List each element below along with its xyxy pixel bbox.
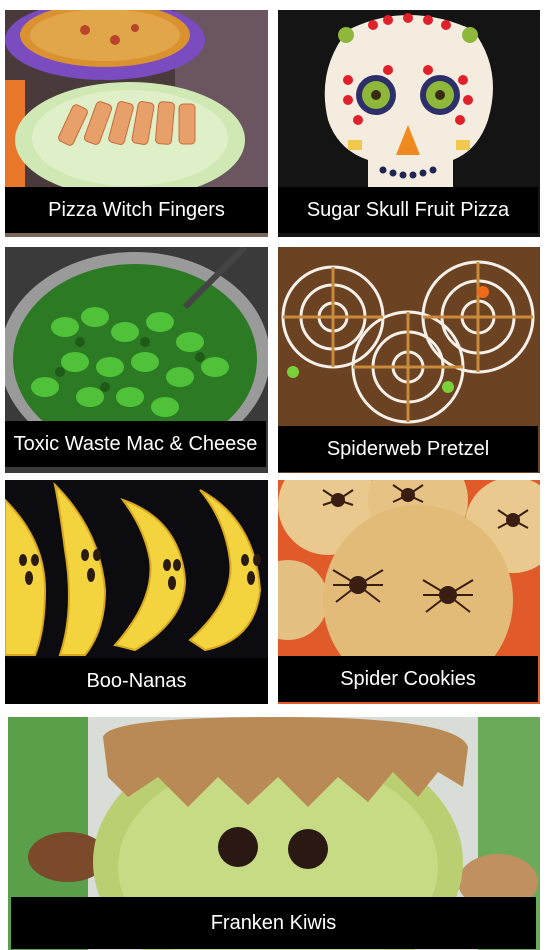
collage-item-sugar-skull-fruit-pizza[interactable]: Sugar Skull Fruit Pizza bbox=[278, 10, 540, 237]
collage-item-caption: Franken Kiwis bbox=[11, 897, 536, 949]
collage-item-spiderweb-pretzel[interactable]: Spiderweb Pretzel bbox=[278, 247, 540, 473]
collage-item-boo-nanas[interactable]: Boo-Nanas bbox=[5, 480, 268, 704]
collage-item-caption: Spider Cookies bbox=[278, 656, 538, 702]
collage-item-caption: Pizza Witch Fingers bbox=[5, 187, 268, 233]
collage-item-spider-cookies[interactable]: Spider Cookies bbox=[278, 480, 540, 704]
collage-item-pizza-witch-fingers[interactable]: Pizza Witch Fingers bbox=[5, 10, 268, 237]
collage-item-caption: Sugar Skull Fruit Pizza bbox=[278, 187, 538, 233]
collage-item-franken-kiwis[interactable]: Franken Kiwis bbox=[8, 717, 540, 950]
collage-item-caption: Spiderweb Pretzel bbox=[278, 426, 538, 472]
collage-item-caption: Boo-Nanas bbox=[5, 658, 268, 704]
collage-item-toxic-waste-mac-cheese[interactable]: Toxic Waste Mac & Cheese bbox=[5, 247, 268, 473]
collage-item-caption: Toxic Waste Mac & Cheese bbox=[5, 421, 266, 467]
